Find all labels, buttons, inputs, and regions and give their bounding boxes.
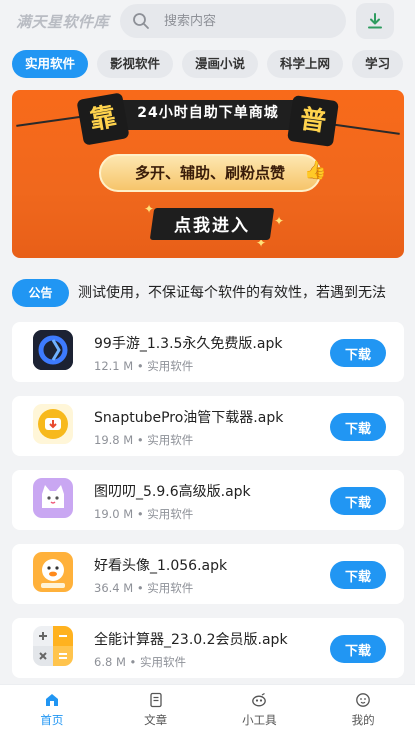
avatar-app-icon [33,552,73,592]
app-name: SnaptubePro油管下载器.apk [94,410,284,426]
meta-separator: • [133,359,148,373]
download-button[interactable]: 下载 [330,487,386,515]
download-button[interactable]: 下载 [330,635,386,663]
article-icon [149,692,162,708]
list-item[interactable]: 好看头像_1.056.apk 36.4 M • 实用软件 下载 [12,544,404,604]
nav-home[interactable]: 首页 [0,685,104,730]
tab-study[interactable]: 学习 [352,50,404,78]
banner-decoration [16,115,86,127]
app-name: 好看头像_1.056.apk [94,558,228,574]
app-category: 实用软件 [147,433,194,447]
app-category: 实用软件 [147,581,194,595]
list-item[interactable]: SnaptubePro油管下载器.apk 19.8 M • 实用软件 下载 [12,396,404,456]
99-game-app-icon [33,330,73,370]
app-list: 99手游_1.3.5永久免费版.apk 12.1 M • 实用软件 下载 Sna… [12,322,404,692]
meta-separator: • [133,433,148,447]
sparkle-icon: ✦ [274,214,285,228]
download-button[interactable]: 下载 [330,413,386,441]
thumbs-up-icon: 👍 [304,160,327,181]
top-bar: 满天星软件库 [0,0,415,44]
list-item[interactable]: 全能计算器_23.0.2会员版.apk 6.8 M • 实用软件 下载 [12,618,404,678]
tab-vpn[interactable]: 科学上网 [267,50,344,78]
banner-title: 24小时自助下单商城 [137,105,279,121]
app-name: 满天星软件库 [16,13,110,31]
notice-text: 测试使用，不保证每个软件的有效性，若遇到无法 [78,285,386,301]
meta-separator: • [133,507,148,521]
app-size: 19.0 M [94,507,134,521]
app-meta: 6.8 M • 实用软件 [94,654,186,670]
meta-separator: • [125,655,140,669]
search-box[interactable] [120,4,346,38]
download-button[interactable]: 下载 [330,561,386,589]
nav-label: 我的 [351,713,375,727]
nav-label: 小工具 [242,713,277,727]
banner-seal-left: 靠 [76,92,130,146]
nav-label: 文章 [144,713,168,727]
download-icon [368,13,382,29]
list-item[interactable]: 99手游_1.3.5永久免费版.apk 12.1 M • 实用软件 下载 [12,322,404,382]
calculator-app-icon [33,626,73,666]
nav-articles[interactable]: 文章 [104,685,208,730]
app-size: 12.1 M [94,359,134,373]
search-input[interactable] [164,4,334,38]
app-name: 全能计算器_23.0.2会员版.apk [94,632,288,648]
notice-bar: 公告 测试使用，不保证每个软件的有效性，若遇到无法 [0,270,415,314]
app-name: 图叨叨_5.9.6高级版.apk [94,484,251,500]
tab-video[interactable]: 影视软件 [97,50,174,78]
bottom-nav: 首页 文章 小工具 我的 [0,684,415,730]
banner-seal-right: 普 [287,95,339,147]
app-meta: 36.4 M • 实用软件 [94,580,193,596]
download-button[interactable]: 下载 [330,339,386,367]
tudaodao-app-icon [33,478,73,518]
tools-icon [252,692,267,707]
app-meta: 12.1 M • 实用软件 [94,358,193,374]
nav-tools[interactable]: 小工具 [208,685,312,730]
category-tabs: 实用软件 影视软件 漫画小说 科学上网 学习 [12,50,415,80]
tab-comics-novels[interactable]: 漫画小说 [182,50,259,78]
app-category: 实用软件 [139,655,186,669]
meta-separator: • [133,581,148,595]
app-size: 36.4 M [94,581,134,595]
list-item[interactable]: 图叨叨_5.9.6高级版.apk 19.0 M • 实用软件 下载 [12,470,404,530]
download-manager-button[interactable] [356,3,394,39]
app-meta: 19.0 M • 实用软件 [94,506,193,522]
nav-label: 首页 [40,713,64,727]
promo-banner[interactable]: 24小时自助下单商城 靠 普 多开、辅助、刷粉点赞 👍 ✦ ✦ ✦ 点我进入 [12,90,404,258]
banner-subtitle: 多开、辅助、刷粉点赞 [99,154,321,192]
banner-cta[interactable]: 点我进入 [152,211,272,236]
app-meta: 19.8 M • 实用软件 [94,432,193,448]
app-size: 6.8 M [94,655,126,669]
app-name: 99手游_1.3.5永久免费版.apk [94,336,283,352]
app-category: 实用软件 [147,507,194,521]
tab-utility[interactable]: 实用软件 [12,50,89,78]
banner-decoration [330,123,400,135]
notice-badge: 公告 [12,279,69,307]
home-icon [45,694,58,706]
app-size: 19.8 M [94,433,134,447]
app-category: 实用软件 [147,359,194,373]
snaptube-app-icon [33,404,73,444]
profile-icon [356,693,370,707]
search-icon [133,13,149,29]
nav-profile[interactable]: 我的 [311,685,415,730]
